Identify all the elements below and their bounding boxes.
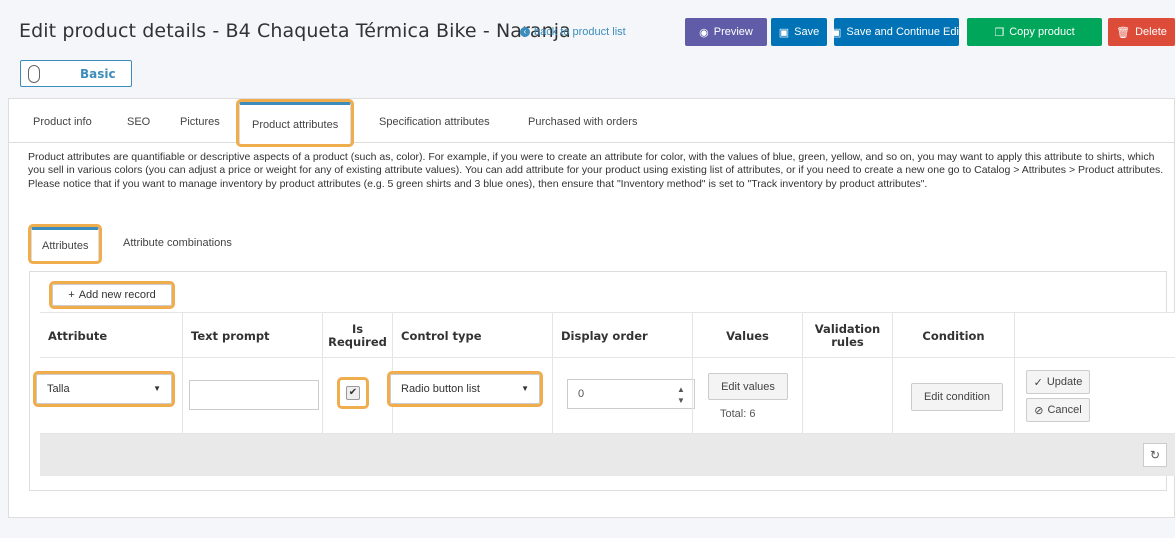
copy-label: Copy product: [1009, 26, 1075, 38]
is-required-highlight: ✔: [337, 377, 369, 409]
page-title: Edit product details - B4 Chaqueta Térmi…: [19, 20, 571, 42]
col-values: Values: [692, 313, 802, 359]
save-continue-button[interactable]: ▣ Save and Continue Edit: [831, 18, 962, 46]
display-order-value: 0: [578, 388, 585, 400]
col-is-required: Is Required: [322, 313, 392, 359]
values-total: Total: 6: [720, 408, 756, 420]
tab-purchased-with-orders[interactable]: Purchased with orders: [528, 116, 637, 128]
subtab-attributes[interactable]: Attributes: [27, 224, 103, 264]
grid-toolbar: + Add new record: [40, 277, 1168, 313]
col-attribute: Attribute: [48, 329, 108, 343]
eye-icon: ◉: [699, 26, 709, 39]
copy-product-button[interactable]: ❐ Copy product: [967, 18, 1102, 46]
refresh-icon[interactable]: ↻: [1143, 443, 1167, 467]
basic-advanced-toggle[interactable]: Basic: [20, 60, 132, 87]
attribute-select[interactable]: Talla ▼: [33, 371, 175, 407]
attribute-value: Talla: [47, 383, 70, 395]
col-text-prompt: Text prompt: [182, 313, 322, 359]
toggle-knob: [28, 64, 40, 83]
tab-product-attributes[interactable]: Product attributes: [235, 99, 355, 147]
arrow-left-circle-icon: ‹: [520, 27, 530, 37]
table-row: Talla ▼ ✔ Radio button list ▼ 0 ▲ ▼ Edit…: [33, 358, 1175, 434]
table-header: Attribute Text prompt Is Required Contro…: [40, 312, 1175, 359]
back-link-label: back to product list: [534, 26, 626, 38]
save-label: Save: [794, 26, 820, 38]
col-validation-rules: Validation rules: [802, 313, 892, 359]
subtab-attribute-combinations[interactable]: Attribute combinations: [123, 237, 232, 249]
grid-footer: ↻: [40, 434, 1175, 476]
chevron-down-icon[interactable]: ▼: [674, 395, 688, 406]
trash-icon: 🗑: [1116, 26, 1131, 39]
attributes-description: Product attributes are quantifiable or d…: [28, 151, 1164, 190]
col-control-type: Control type: [392, 313, 552, 359]
cancel-label: Cancel: [1047, 404, 1082, 416]
check-icon: ✓: [1033, 376, 1043, 389]
cell-values: Edit values Total: 6: [692, 358, 802, 434]
cell-is-required: ✔: [322, 358, 392, 434]
floppy-icon: ▣: [831, 26, 842, 39]
cancel-button[interactable]: ⊘ Cancel: [1026, 398, 1090, 422]
attributes-grid: + Add new record Attribute Text prompt I…: [29, 271, 1175, 491]
cancel-icon: ⊘: [1034, 404, 1044, 417]
tab-specification-attributes[interactable]: Specification attributes: [379, 116, 490, 128]
display-order-input[interactable]: 0 ▲ ▼: [567, 379, 695, 409]
caret-down-icon: ▼: [521, 384, 529, 393]
copy-icon: ❐: [994, 26, 1005, 39]
cell-display-order: 0 ▲ ▼: [552, 358, 695, 434]
delete-label: Delete: [1135, 26, 1167, 38]
page-header: Edit product details - B4 Chaqueta Térmi…: [0, 0, 1175, 60]
is-required-checkbox[interactable]: ✔: [346, 386, 360, 400]
col-condition: Condition: [892, 313, 1014, 359]
add-new-record-button[interactable]: + Add new record: [49, 281, 175, 309]
plus-icon: +: [68, 289, 75, 301]
cell-attribute: Talla ▼: [33, 358, 182, 434]
col-display-order: Display order: [552, 313, 692, 359]
update-label: Update: [1046, 376, 1083, 388]
cell-actions: ✓ Update ⊘ Cancel: [1014, 358, 1175, 434]
chevron-up-icon[interactable]: ▲: [674, 384, 688, 395]
control-type-value: Radio button list: [401, 383, 480, 395]
save-button[interactable]: ▣ Save: [771, 18, 827, 46]
col-actions: [1014, 313, 1175, 359]
cell-text-prompt: [182, 358, 322, 434]
tab-product-info[interactable]: Product info: [33, 116, 92, 128]
product-tabs: Product info SEO Pictures Product attrib…: [9, 99, 1174, 147]
edit-values-button[interactable]: Edit values: [708, 373, 788, 400]
cell-condition: Edit condition: [892, 358, 1014, 434]
back-to-list-link[interactable]: ‹ back to product list: [520, 26, 626, 38]
delete-button[interactable]: 🗑 Delete: [1108, 18, 1175, 46]
edit-condition-button[interactable]: Edit condition: [911, 383, 1003, 411]
add-label: Add new record: [78, 289, 156, 301]
tab-seo[interactable]: SEO: [127, 116, 150, 128]
number-stepper[interactable]: ▲ ▼: [674, 380, 688, 410]
preview-label: Preview: [713, 26, 753, 38]
text-prompt-input[interactable]: [189, 380, 319, 410]
update-button[interactable]: ✓ Update: [1026, 370, 1090, 394]
floppy-icon: ▣: [778, 26, 790, 39]
caret-down-icon: ▼: [153, 384, 161, 393]
attribute-subtabs: Attributes Attribute combinations: [27, 224, 1175, 264]
tab-pictures[interactable]: Pictures: [180, 116, 220, 128]
toggle-label: Basic: [80, 66, 116, 81]
control-type-select[interactable]: Radio button list ▼: [387, 371, 543, 407]
save-continue-label: Save and Continue Edit: [846, 26, 962, 38]
cell-control-type: Radio button list ▼: [387, 358, 552, 434]
preview-button[interactable]: ◉ Preview: [685, 18, 767, 46]
cell-validation-rules: [802, 358, 892, 434]
product-edit-card: Product info SEO Pictures Product attrib…: [8, 98, 1175, 518]
